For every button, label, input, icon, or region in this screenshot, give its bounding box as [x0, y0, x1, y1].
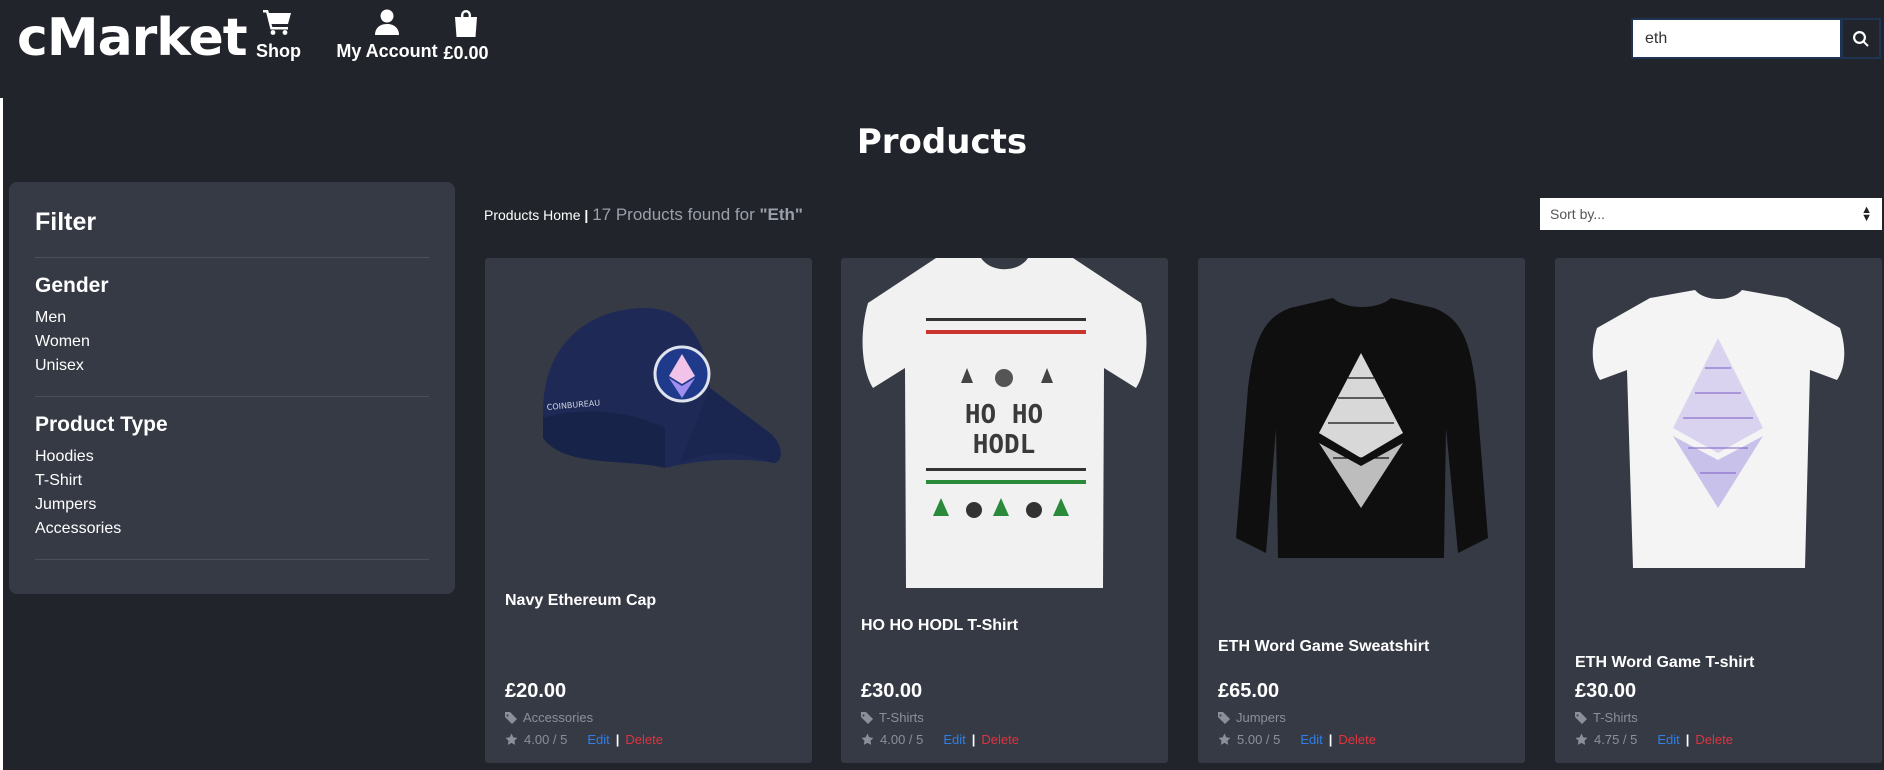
sort-arrows-icon: ▲ ▼: [1861, 204, 1872, 224]
breadcrumb: Products Home | 17 Products found for "E…: [484, 205, 803, 225]
nav-cart[interactable]: £0.00: [441, 9, 491, 64]
nav-my-account[interactable]: My Account: [321, 9, 453, 62]
filter-option-men[interactable]: Men: [35, 306, 429, 330]
product-price: £65.00: [1218, 680, 1280, 702]
link-separator: |: [1685, 732, 1690, 747]
product-meta: 4.75 / 5 Edit | Delete: [1575, 732, 1733, 747]
tag-icon: [505, 711, 517, 724]
product-rating: 4.75 / 5: [1594, 732, 1638, 747]
divider: [35, 257, 429, 258]
product-price: £20.00: [505, 680, 567, 702]
product-category: T-Shirts: [861, 710, 924, 725]
delete-link[interactable]: Delete: [1695, 732, 1733, 747]
product-image: COINBUREAU: [543, 308, 781, 468]
filter-option-hoodies[interactable]: Hoodies: [35, 445, 429, 469]
product-category-label: T-Shirts: [879, 710, 924, 725]
product-rating: 4.00 / 5: [524, 732, 568, 747]
shopping-cart-icon: [263, 10, 291, 35]
product-meta: 4.00 / 5 Edit | Delete: [861, 732, 1019, 747]
header: cMarket Shop My Account £0.00: [0, 0, 1884, 96]
product-card[interactable]: ETH Word Game T-shirt £30.00 T-Shirts 4.…: [1555, 258, 1882, 763]
product-category: Jumpers: [1218, 710, 1286, 725]
link-separator: |: [971, 732, 976, 747]
nav-shop[interactable]: Shop: [256, 9, 301, 62]
app: cMarket Shop My Account £0.00 eth Produc…: [0, 0, 1884, 770]
star-icon: [505, 733, 518, 745]
delete-link[interactable]: Delete: [625, 732, 663, 747]
search-query: "Eth": [759, 205, 803, 224]
product-card[interactable]: COINBUREAU Navy Ethereum Cap £20.00 Acce…: [485, 258, 812, 763]
edit-link[interactable]: Edit: [1300, 732, 1322, 747]
sort-placeholder: Sort by...: [1550, 206, 1605, 222]
product-name[interactable]: ETH Word Game Sweatshirt: [1218, 638, 1429, 656]
product-category-label: T-Shirts: [1593, 710, 1638, 725]
search-input[interactable]: [1633, 20, 1840, 57]
edit-link[interactable]: Edit: [587, 732, 609, 747]
products-home-link[interactable]: Products Home: [484, 207, 580, 223]
star-icon: [1575, 733, 1588, 745]
filter-title: Filter: [35, 208, 97, 236]
link-separator: |: [1328, 732, 1333, 747]
delete-link[interactable]: Delete: [981, 732, 1019, 747]
product-category-label: Accessories: [523, 710, 594, 725]
left-border: [0, 98, 3, 770]
filter-option-unisex[interactable]: Unisex: [35, 354, 429, 378]
product-card[interactable]: HO HO HODL HO HO HODL T-Shirt £30.00 T-S…: [841, 258, 1168, 763]
product-rating: 4.00 / 5: [880, 732, 924, 747]
tag-icon: [1218, 711, 1230, 724]
filter-product-type-list: Hoodies T-Shirt Jumpers Accessories: [35, 445, 429, 541]
product-rating: 5.00 / 5: [1237, 732, 1281, 747]
filter-option-women[interactable]: Women: [35, 330, 429, 354]
product-image: [1236, 298, 1488, 558]
product-name[interactable]: Navy Ethereum Cap: [505, 592, 656, 610]
product-card[interactable]: ETH Word Game Sweatshirt £65.00 Jumpers …: [1198, 258, 1525, 763]
search-icon: [1853, 30, 1869, 47]
link-separator: |: [615, 732, 620, 747]
delete-link[interactable]: Delete: [1338, 732, 1376, 747]
search-box: [1631, 18, 1842, 59]
filter-option-accessories[interactable]: Accessories: [35, 517, 429, 541]
sort-select[interactable]: Sort by... ▲ ▼: [1540, 198, 1882, 230]
filter-option-t-shirt[interactable]: T-Shirt: [35, 469, 429, 493]
search-button[interactable]: [1841, 18, 1881, 59]
product-image: [1592, 290, 1845, 568]
product-image: HO HO HODL: [862, 258, 1147, 588]
product-name[interactable]: ETH Word Game T-shirt: [1575, 654, 1754, 672]
user-icon: [375, 9, 399, 35]
nav-shop-label: Shop: [256, 41, 301, 61]
tag-icon: [861, 711, 873, 724]
product-category: T-Shirts: [1575, 710, 1638, 725]
breadcrumb-separator: |: [584, 207, 589, 223]
product-price: £30.00: [1575, 680, 1637, 702]
nav-cart-total: £0.00: [443, 43, 489, 63]
filter-option-jumpers[interactable]: Jumpers: [35, 493, 429, 517]
tag-icon: [1575, 711, 1587, 724]
results-text: 17 Products found for: [592, 205, 755, 224]
edit-link[interactable]: Edit: [1657, 732, 1679, 747]
divider: [35, 559, 429, 560]
star-icon: [861, 733, 874, 745]
product-meta: 4.00 / 5 Edit | Delete: [505, 732, 663, 747]
star-icon: [1218, 733, 1231, 745]
logo[interactable]: cMarket: [17, 6, 248, 70]
product-category: Accessories: [505, 710, 593, 725]
product-name[interactable]: HO HO HODL T-Shirt: [861, 617, 1018, 635]
product-meta: 5.00 / 5 Edit | Delete: [1218, 732, 1376, 747]
filter-gender-list: Men Women Unisex: [35, 306, 429, 378]
product-price: £30.00: [861, 680, 923, 702]
nav-account-label: My Account: [336, 41, 438, 61]
results-count: 17 Products found for "Eth": [592, 205, 803, 224]
filter-panel: Filter Gender Men Women Unisex Product T…: [9, 182, 455, 594]
shopping-bag-icon: [455, 10, 477, 37]
edit-link[interactable]: Edit: [943, 732, 965, 747]
filter-product-type-title: Product Type: [35, 413, 168, 436]
divider: [35, 396, 429, 397]
svg-text:HODL: HODL: [973, 430, 1036, 460]
svg-text:HO HO: HO HO: [965, 400, 1043, 430]
filter-gender-title: Gender: [35, 274, 109, 297]
page-title: Products: [856, 122, 1028, 162]
product-category-label: Jumpers: [1236, 710, 1286, 725]
